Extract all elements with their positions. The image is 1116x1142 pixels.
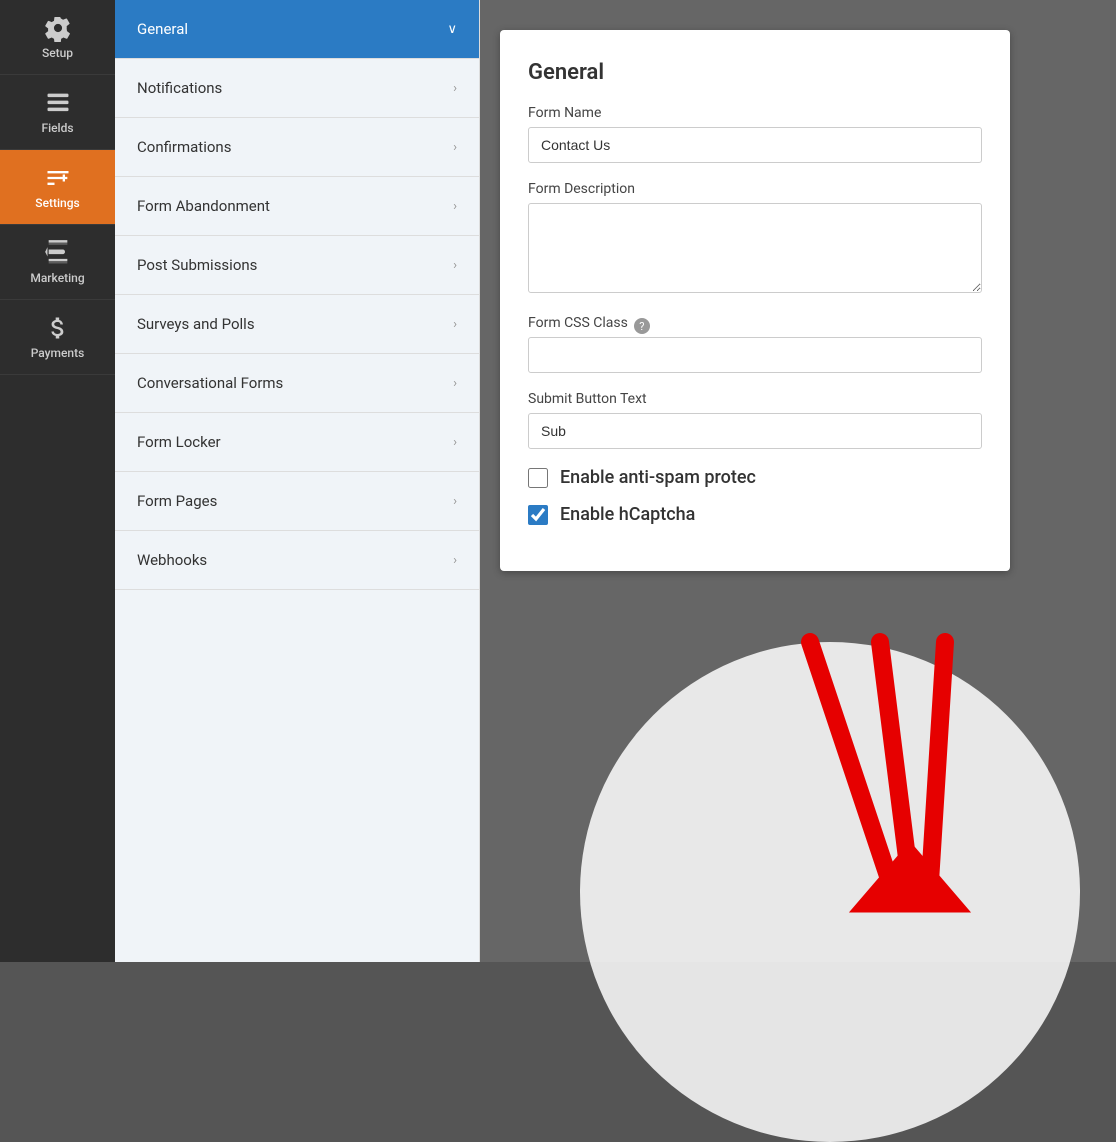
- menu-item-form-pages[interactable]: Form Pages ›: [115, 472, 479, 531]
- sidebar-item-fields-label: Fields: [41, 121, 73, 135]
- form-name-label: Form Name: [528, 105, 982, 121]
- form-css-class-group: Form CSS Class ?: [528, 315, 982, 373]
- menu-item-form-pages-label: Form Pages: [137, 492, 217, 510]
- menu-item-webhooks[interactable]: Webhooks ›: [115, 531, 479, 590]
- menu-item-post-submissions-label: Post Submissions: [137, 256, 257, 274]
- submit-button-group: Submit Button Text: [528, 391, 982, 449]
- menu-item-surveys-polls[interactable]: Surveys and Polls ›: [115, 295, 479, 354]
- anti-spam-checkbox[interactable]: [528, 468, 548, 488]
- chevron-right-icon: ›: [453, 494, 457, 509]
- chevron-right-icon: ›: [453, 435, 457, 450]
- submit-button-input[interactable]: [528, 413, 982, 449]
- form-panel: General Form Name Form Description Form …: [500, 30, 1010, 571]
- sidebar-item-setup-label: Setup: [42, 46, 73, 60]
- icon-sidebar: Setup Fields Settings Marketing Pa: [0, 0, 115, 962]
- sidebar-item-marketing-label: Marketing: [30, 271, 84, 285]
- chevron-right-icon: ›: [453, 553, 457, 568]
- sidebar-item-fields[interactable]: Fields: [0, 75, 115, 150]
- menu-item-confirmations[interactable]: Confirmations ›: [115, 118, 479, 177]
- hcaptcha-label: Enable hCaptcha: [560, 504, 695, 525]
- form-css-class-label: Form CSS Class: [528, 315, 628, 331]
- menu-item-form-locker[interactable]: Form Locker ›: [115, 413, 479, 472]
- help-icon[interactable]: ?: [634, 318, 650, 334]
- gear-icon: [44, 14, 72, 42]
- form-css-class-input[interactable]: [528, 337, 982, 373]
- chevron-right-icon: ›: [453, 317, 457, 332]
- menu-item-general[interactable]: General ∨: [115, 0, 479, 59]
- hcaptcha-checkbox[interactable]: [528, 505, 548, 525]
- menu-item-conversational-forms-label: Conversational Forms: [137, 374, 283, 392]
- form-name-input[interactable]: [528, 127, 982, 163]
- circle-overlay: [580, 642, 1080, 1142]
- chevron-down-icon: ∨: [447, 22, 457, 37]
- menu-item-notifications-label: Notifications: [137, 79, 222, 97]
- menu-item-conversational-forms[interactable]: Conversational Forms ›: [115, 354, 479, 413]
- menu-item-post-submissions[interactable]: Post Submissions ›: [115, 236, 479, 295]
- fields-icon: [44, 89, 72, 117]
- main-content: General Form Name Form Description Form …: [480, 0, 1116, 962]
- anti-spam-label: Enable anti-spam protec: [560, 467, 756, 488]
- form-description-group: Form Description: [528, 181, 982, 297]
- hcaptcha-group: Enable hCaptcha: [528, 504, 982, 525]
- chevron-right-icon: ›: [453, 199, 457, 214]
- form-description-textarea[interactable]: [528, 203, 982, 293]
- menu-item-notifications[interactable]: Notifications ›: [115, 59, 479, 118]
- menu-item-webhooks-label: Webhooks: [137, 551, 207, 569]
- menu-item-general-label: General: [137, 20, 188, 38]
- marketing-icon: [44, 239, 72, 267]
- menu-item-form-abandonment[interactable]: Form Abandonment ›: [115, 177, 479, 236]
- chevron-right-icon: ›: [453, 81, 457, 96]
- payments-icon: [44, 314, 72, 342]
- sidebar-item-setup[interactable]: Setup: [0, 0, 115, 75]
- sidebar-item-payments[interactable]: Payments: [0, 300, 115, 375]
- menu-item-form-abandonment-label: Form Abandonment: [137, 197, 270, 215]
- settings-icon: [44, 164, 72, 192]
- form-description-label: Form Description: [528, 181, 982, 197]
- submit-button-label: Submit Button Text: [528, 391, 982, 407]
- chevron-right-icon: ›: [453, 258, 457, 273]
- chevron-right-icon: ›: [453, 140, 457, 155]
- sidebar-item-payments-label: Payments: [31, 346, 85, 360]
- sidebar-item-marketing[interactable]: Marketing: [0, 225, 115, 300]
- menu-item-confirmations-label: Confirmations: [137, 138, 231, 156]
- settings-menu: General ∨ Notifications › Confirmations …: [115, 0, 480, 962]
- menu-item-form-locker-label: Form Locker: [137, 433, 221, 451]
- chevron-right-icon: ›: [453, 376, 457, 391]
- form-name-group: Form Name: [528, 105, 982, 163]
- sidebar-item-settings-label: Settings: [35, 196, 79, 210]
- anti-spam-group: Enable anti-spam protec: [528, 467, 982, 488]
- menu-item-surveys-polls-label: Surveys and Polls: [137, 315, 255, 333]
- sidebar-item-settings[interactable]: Settings: [0, 150, 115, 225]
- panel-title: General: [528, 60, 982, 85]
